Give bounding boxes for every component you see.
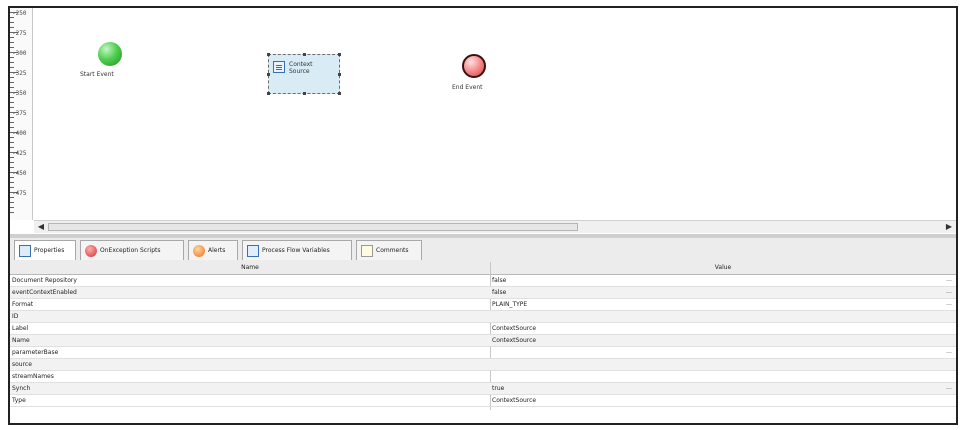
property-name: Format <box>12 301 34 308</box>
ruler-label: -300 <box>12 50 27 57</box>
table-row[interactable]: streamNames <box>10 371 956 383</box>
end-event-node[interactable] <box>462 54 486 78</box>
properties-icon <box>19 244 31 257</box>
table-rows: Document Repository false ... eventConte… <box>10 275 956 407</box>
ruler-label: -275 <box>12 30 27 37</box>
variables-icon <box>247 244 259 257</box>
ellipsis-button[interactable]: ... <box>946 384 952 392</box>
table-row[interactable]: Name ContextSource <box>10 335 956 347</box>
alert-icon <box>193 244 205 257</box>
tab-comments[interactable]: Comments <box>356 240 422 260</box>
ruler-label: -250 <box>12 10 27 17</box>
script-icon <box>85 244 97 257</box>
horizontal-scrollbar[interactable]: ◀ ▶ <box>34 220 956 233</box>
property-name: Document Repository <box>12 277 77 284</box>
ruler-label: -400 <box>12 130 27 137</box>
start-event-node[interactable] <box>98 42 122 66</box>
tab-onexception-scripts[interactable]: OnException Scripts <box>80 240 184 260</box>
ellipsis-button[interactable]: ... <box>946 300 952 308</box>
process-canvas[interactable]: -250 -275 -300 -325 -350 -375 -400 -425 … <box>10 8 956 234</box>
table-row[interactable]: Format PLAIN_TYPE ... <box>10 299 956 311</box>
table-row[interactable]: Label ContextSource <box>10 323 956 335</box>
property-value[interactable]: ContextSource <box>492 335 932 346</box>
table-row[interactable]: source <box>10 359 956 371</box>
property-name: streamNames <box>12 373 54 380</box>
ruler-label: -450 <box>12 170 27 177</box>
tab-label: Process Flow Variables <box>262 247 330 254</box>
tab-label: Alerts <box>208 247 226 254</box>
ellipsis-button[interactable]: ... <box>946 288 952 296</box>
property-name: Synch <box>12 385 31 392</box>
ruler-label: -475 <box>12 190 27 197</box>
scroll-right-arrow-icon[interactable]: ▶ <box>944 222 954 232</box>
column-header-name[interactable]: Name <box>10 262 490 274</box>
end-event-label: End Event <box>452 84 483 91</box>
table-row[interactable]: Document Repository false ... <box>10 275 956 287</box>
properties-table: Name Value Document Repository false ...… <box>10 262 956 423</box>
property-value[interactable]: ContextSource <box>492 395 932 406</box>
ruler-label: -350 <box>12 90 27 97</box>
property-name: Label <box>12 325 29 332</box>
column-header-value[interactable]: Value <box>492 262 954 274</box>
table-row[interactable]: parameterBase ... <box>10 347 956 359</box>
property-name: ID <box>12 313 19 320</box>
property-value[interactable]: true <box>492 383 932 394</box>
table-row[interactable]: Type ContextSource <box>10 395 956 407</box>
scroll-left-arrow-icon[interactable]: ◀ <box>36 222 46 232</box>
table-row[interactable]: eventContextEnabled false ... <box>10 287 956 299</box>
property-value[interactable]: PLAIN_TYPE <box>492 299 932 310</box>
tab-label: Properties <box>34 247 65 254</box>
property-value[interactable]: ContextSource <box>492 323 932 334</box>
tab-process-flow-variables[interactable]: Process Flow Variables <box>242 240 352 260</box>
comments-icon <box>361 244 373 257</box>
property-name: parameterBase <box>12 349 59 356</box>
context-source-task[interactable]: Context Source <box>267 53 341 95</box>
property-value[interactable]: false <box>492 287 932 298</box>
property-name: Type <box>12 397 26 404</box>
table-row[interactable]: Synch true ... <box>10 383 956 395</box>
ruler-label: -375 <box>12 110 27 117</box>
property-name: source <box>12 361 32 368</box>
tab-properties[interactable]: Properties <box>14 240 76 260</box>
ruler-label: -325 <box>12 70 27 77</box>
table-header: Name Value <box>10 262 956 275</box>
task-label: Context Source <box>289 61 313 75</box>
table-row[interactable]: ID <box>10 311 956 323</box>
property-name: eventContextEnabled <box>12 289 77 296</box>
tab-alerts[interactable]: Alerts <box>188 240 238 260</box>
ellipsis-button[interactable]: ... <box>946 276 952 284</box>
property-name: Name <box>12 337 30 344</box>
scrollbar-thumb[interactable] <box>48 223 578 231</box>
vertical-ruler: -250 -275 -300 -325 -350 -375 -400 -425 … <box>10 8 33 220</box>
tab-label: Comments <box>376 247 409 254</box>
ellipsis-button[interactable]: ... <box>946 348 952 356</box>
ruler-label: -425 <box>12 150 27 157</box>
tab-label: OnException Scripts <box>100 247 161 254</box>
property-value[interactable]: false <box>492 275 932 286</box>
start-event-label: Start Event <box>80 71 114 78</box>
document-icon <box>273 61 285 73</box>
properties-tab-bar: Properties OnException Scripts Alerts Pr… <box>10 238 956 263</box>
process-editor-window: -250 -275 -300 -325 -350 -375 -400 -425 … <box>8 6 958 425</box>
